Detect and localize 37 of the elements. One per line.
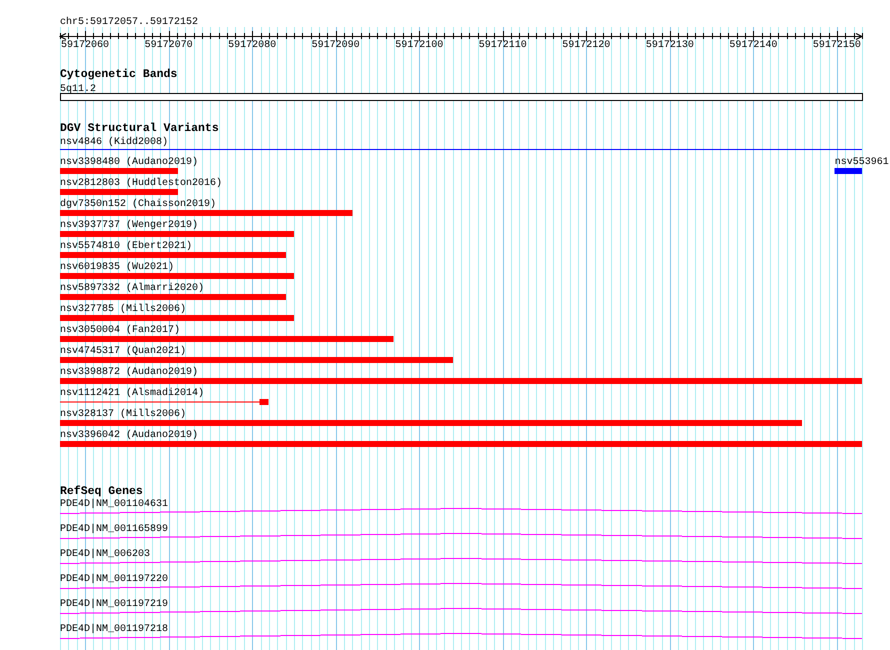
variant-label: nsv4745317 (Quan2021) [60,346,186,357]
gene-label: PDE4D|NM_001104631 [60,499,168,510]
tick-label: 59172120 [562,40,610,51]
gene-label: PDE4D|NM_001165899 [60,524,168,535]
track-title: Cytogenetic Bands [60,68,178,81]
track-title: DGV Structural Variants [60,122,219,135]
variant-label: nsv5897332 (Almarri2020) [60,283,204,294]
tick-label: 59172080 [228,40,276,51]
variant-label: nsv3050004 (Fan2017) [60,325,180,336]
variant-label: nsv2812803 (Huddleston2016) [60,178,222,189]
variant-label: nsv553961 [834,157,889,168]
tick-label: 59172100 [395,40,444,51]
variant-label: nsv6019835 (Wu2021) [60,262,174,273]
location-label: chr5:59172057..59172152 [60,17,198,28]
variant-label: nsv5574810 (Ebert2021) [60,241,192,252]
cytoband-label: 5q11.2 [60,84,96,95]
tick-label: 59172070 [144,40,193,51]
tick-label: 59172130 [646,40,694,51]
variant-label: nsv3398872 (Audano2019) [60,367,198,378]
variant-label: nsv327785 (Mills2006) [60,304,186,315]
tick-label: 59172110 [478,40,527,51]
gene-label: PDE4D|NM_001197219 [60,599,168,610]
variant-label: nsv3396042 (Audano2019) [60,430,198,441]
variant-label: nsv328137 (Mills2006) [60,409,186,420]
variant-label: dgv7350n152 (Chaisson2019) [60,199,216,210]
tick-label: 59172150 [812,40,861,51]
gene-label: PDE4D|NM_006203 [60,549,150,560]
variant-label: nsv3398480 (Audano2019) [60,157,198,168]
variant-label: nsv3937737 (Wenger2019) [60,220,198,231]
track-title: RefSeq Genes [60,485,143,498]
tick-label: 59172140 [729,40,778,51]
variant-label: nsv1112421 (Alsmadi2014) [60,388,204,399]
variant-label: nsv4846 (Kidd2008) [60,137,168,148]
gene-label: PDE4D|NM_001197218 [60,624,168,635]
gene-label: PDE4D|NM_001197220 [60,574,168,585]
tick-label: 59172060 [61,40,110,51]
tick-label: 59172090 [312,40,360,51]
